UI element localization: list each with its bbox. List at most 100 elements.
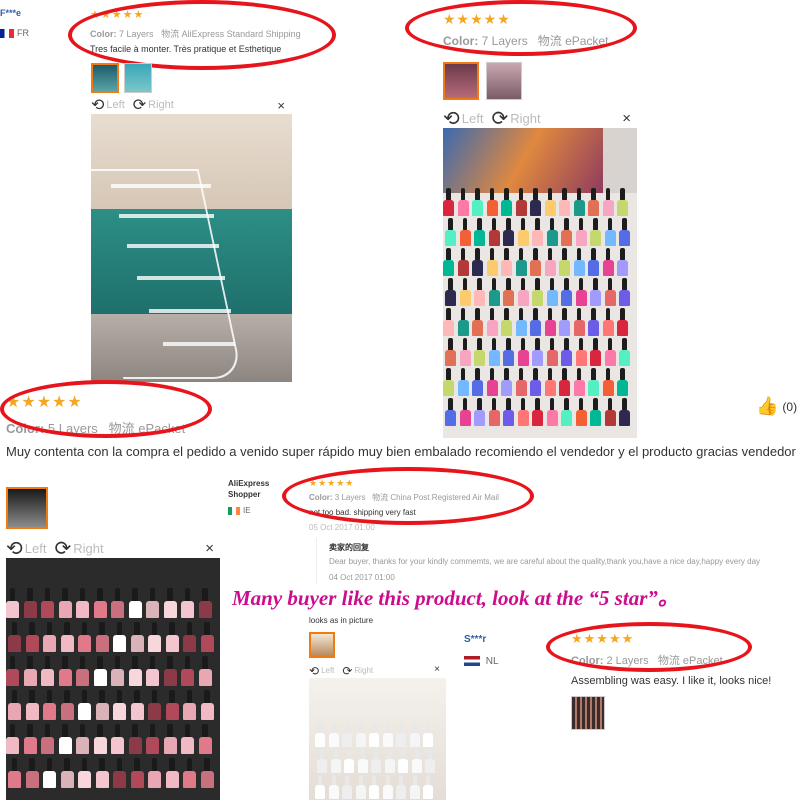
polish-bottle [590,229,601,246]
bottle-cap [114,588,121,602]
polish-bottle [515,199,527,216]
bottle-cap [99,758,105,772]
close-icon[interactable]: × [277,98,285,113]
polish-bottle [6,668,19,686]
polish-bottle [501,319,512,336]
close-icon[interactable]: × [205,540,214,557]
reviewer-name[interactable]: S***r [464,634,486,645]
thumbs-up-icon: 👍 [756,396,779,416]
polish-bottle [396,785,406,799]
polish-bottle [148,770,161,788]
bottle-cap [62,656,68,670]
bottle-cap [564,338,569,351]
polish-bottle [8,770,21,788]
bottle-cap [149,724,156,738]
polish-bottle [559,259,570,276]
rotate-right-button[interactable]: ⟳ Right [491,106,540,131]
bottle-cap [506,278,511,291]
polish-bottle [398,759,408,773]
polish-bottle [604,289,616,306]
bottle-cap [134,690,140,704]
like-button[interactable]: 👍 (0) [756,396,797,417]
photo-thumbnail[interactable] [124,63,152,93]
bottle-cap [489,188,495,201]
polish-bottle [588,259,599,276]
polish-bottle [25,702,39,720]
bottle-cap [607,398,613,411]
polish-bottle [43,634,56,652]
polish-bottle [457,199,469,216]
rotate-right-button[interactable]: ⟳ Right [54,536,103,561]
polish-bottle [472,319,483,336]
polish-bottle [617,199,628,216]
polish-bottle [384,759,395,773]
france-flag-icon [0,29,14,39]
bottle-cap [622,278,627,291]
polish-bottle [371,759,381,773]
review-photo [91,114,292,382]
rotate-left-icon: ⟲ [6,537,23,560]
bottle-cap [475,188,480,201]
rotate-right-button[interactable]: ⟳ Right [342,664,373,678]
bottle-cap [520,218,526,231]
reviewer-name[interactable]: F***e [0,8,21,18]
polish-bottle [590,409,601,426]
bottle-cap [97,724,103,738]
polish-bottle [457,259,469,276]
bottle-cap [620,308,625,321]
polish-bottle [503,409,514,426]
nail-polish-collection [6,588,220,800]
photo-thumbnail[interactable] [309,632,335,658]
polish-bottle [619,289,630,306]
polish-bottle [515,319,527,336]
bottle-cap [186,622,193,636]
photo-thumbnail[interactable] [6,487,48,529]
bottle-cap [620,188,625,201]
bottle-cap [622,218,627,231]
polish-bottle [459,349,471,366]
bottle-cap [134,758,140,772]
photo-thumbnail[interactable] [91,63,119,93]
polish-bottle [575,349,587,366]
review-photo [309,678,446,800]
bottle-cap [564,218,569,231]
polish-bottle [93,600,107,618]
polish-bottle [146,736,159,754]
polish-bottle [165,702,179,720]
polish-bottle [423,733,433,747]
photo-thumbnail[interactable] [443,62,479,100]
close-icon[interactable]: × [622,110,631,127]
rotate-left-button[interactable]: ⟲ Left [91,95,125,115]
polish-bottle [315,785,325,799]
bottle-cap [578,218,584,231]
polish-bottle [590,349,601,366]
bottle-cap [578,398,584,411]
rotate-right-button[interactable]: ⟳ Right [133,95,174,115]
bottle-cap [9,724,16,738]
polish-bottle [328,733,339,747]
bottle-cap [535,398,540,411]
bottle-cap [491,398,497,411]
rotate-left-button[interactable]: ⟲ Left [443,106,483,131]
polish-bottle [130,770,144,788]
polish-bottle [76,600,89,618]
photo-thumbnail[interactable] [486,62,522,100]
bottle-cap [506,218,511,231]
bottle-cap [151,758,158,772]
polish-bottle [619,229,630,246]
rotate-left-button[interactable]: ⟲ Left [6,536,46,561]
bottle-cap [64,622,70,636]
bottle-cap [116,622,123,636]
rotate-left-button[interactable]: ⟲ Left [309,664,334,678]
polish-bottle [472,199,483,216]
photo-thumbnail[interactable] [571,696,605,730]
bottle-cap [11,758,18,772]
close-icon[interactable]: × [434,664,440,675]
reviewer-name[interactable]: AliExpress Shopper [228,478,269,500]
polish-bottle [25,634,39,652]
polish-bottle [472,379,483,396]
bottle-cap [622,398,627,411]
bottle-cap [132,656,138,670]
bottle-cap [593,278,598,291]
polish-bottle [602,379,614,396]
